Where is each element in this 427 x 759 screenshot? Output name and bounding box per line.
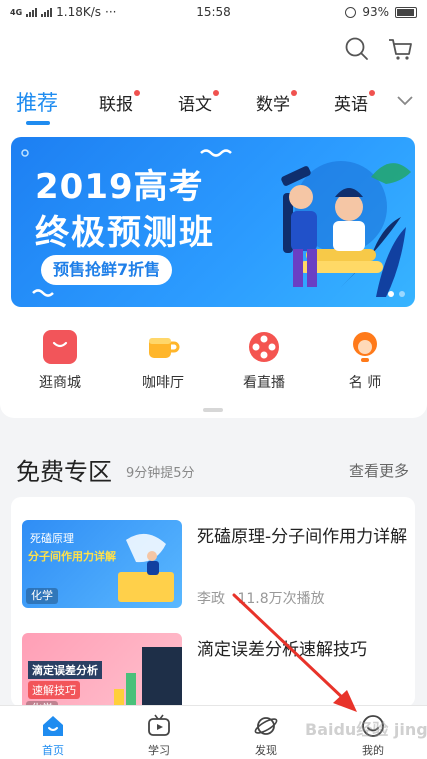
course-meta: 李政 11.8万次播放 [197,588,325,608]
tab-english[interactable]: 英语 [334,90,375,115]
banner-title-line2: 终极预测班 [35,213,215,253]
search-icon[interactable] [344,36,370,62]
watermark-text: Baidu经验 jingyan.baidu.com [305,720,427,739]
nav-discover[interactable]: 发现 [231,713,301,758]
watermark: Baidu经验 jingyan.baidu.com [305,716,427,740]
quick-link-shop[interactable]: 逛商城 [15,330,105,392]
nav-label: 发现 [255,744,277,757]
status-time: 15:58 [196,5,231,19]
tab-label: 英语 [334,95,368,115]
status-right: 93% [281,5,418,19]
thumbnail-line1: 滴定误差分析 [28,661,102,679]
tab-recommend[interactable]: 推荐 [16,87,58,117]
film-reel-icon [247,330,281,364]
red-dot-badge [369,90,375,96]
shopping-bag-icon [43,330,77,364]
nav-home[interactable]: 首页 [18,713,88,758]
course-title: 死磕原理-分子间作用力详解 [197,527,408,547]
alarm-icon [345,6,357,18]
nav-label: 我的 [362,744,384,757]
red-dot-badge [291,90,297,96]
tab-label: 数学 [256,95,290,115]
nav-label: 学习 [148,744,170,757]
thumbnail-line1: 死磕原理 [30,532,74,545]
coffee-cup-icon-glyph [149,338,180,358]
teacher-icon [348,330,382,364]
carousel-dots [388,291,405,297]
battery-percent: 93% [362,5,390,19]
red-dot-badge [134,90,140,96]
cart-icon[interactable] [387,36,413,62]
status-bar: 4G 1.18K/s ··· 15:58 93% [0,0,427,24]
signal-icon [26,7,38,17]
network-speed: 1.18K/s [56,5,102,19]
promo-banner[interactable]: 2019高考 终极预测班 预售抢鲜7折售 [11,137,415,307]
course-item[interactable]: 死磕原理 分子间作用力详解 化学 死磕原理-分子间作用力详解 李政 11.8万次… [22,520,407,612]
quick-link-cafe[interactable]: 咖啡厅 [118,330,208,392]
course-thumbnail: 死磕原理 分子间作用力详解 化学 [22,520,182,608]
quick-link-live[interactable]: 看直播 [219,330,309,392]
teacher-name: 李政 [197,591,225,607]
free-courses-card: 死磕原理 分子间作用力详解 化学 死磕原理-分子间作用力详解 李政 11.8万次… [11,497,415,721]
quick-link-label: 咖啡厅 [142,375,184,391]
home-icon [43,716,63,736]
course-title: 滴定误差分析速解技巧 [197,640,367,660]
banner-presale-pill: 预售抢鲜7折售 [41,255,173,285]
network-type: 4G [10,7,23,17]
status-more: ··· [105,5,117,19]
tab-label: 语文 [178,95,212,115]
quick-link-label: 逛商城 [39,375,81,391]
status-left: 4G 1.18K/s ··· [10,5,146,19]
quick-link-teacher[interactable]: 名 师 [320,330,410,392]
free-section-header: 免费专区 9分钟提5分 查看更多 [0,440,427,496]
tab-math[interactable]: 数学 [256,90,297,115]
chevron-down-icon[interactable] [396,94,414,108]
coffee-cup-icon [146,330,180,364]
battery-icon [395,6,418,18]
film-reel-icon-glyph [249,332,279,362]
nav-label: 首页 [42,744,64,757]
thumbnail-line2: 速解技巧 [28,681,80,699]
tab-label: 推荐 [16,91,58,115]
tab-chinese[interactable]: 语文 [178,90,219,115]
teacher-icon-glyph [353,332,377,362]
red-dot-badge [213,90,219,96]
thumbnail-line2: 分子间作用力详解 [28,550,116,563]
shopping-bag-icon-glyph [52,341,68,348]
subject-tabs: 推荐 联报 语文 数学 英语 [0,74,427,128]
section-title: 免费专区 [16,458,112,486]
view-more-link[interactable]: 查看更多 [349,460,409,481]
quick-link-label: 名 师 [348,375,382,391]
banner-title-line1: 2019高考 [35,167,204,207]
planet-icon [254,717,278,735]
section-subtitle: 9分钟提5分 [126,466,195,481]
subject-tag: 化学 [26,588,58,604]
nav-study[interactable]: 学习 [124,713,194,758]
tab-label: 联报 [99,95,133,115]
quick-link-label: 看直播 [243,375,285,391]
top-bar [0,24,427,74]
play-count: 11.8万次播放 [237,591,325,607]
tv-play-icon [148,714,170,736]
tab-bundle[interactable]: 联报 [99,90,140,115]
panel-drag-handle[interactable] [203,408,223,412]
signal-icon-2 [41,7,53,17]
active-tab-indicator [26,121,50,125]
